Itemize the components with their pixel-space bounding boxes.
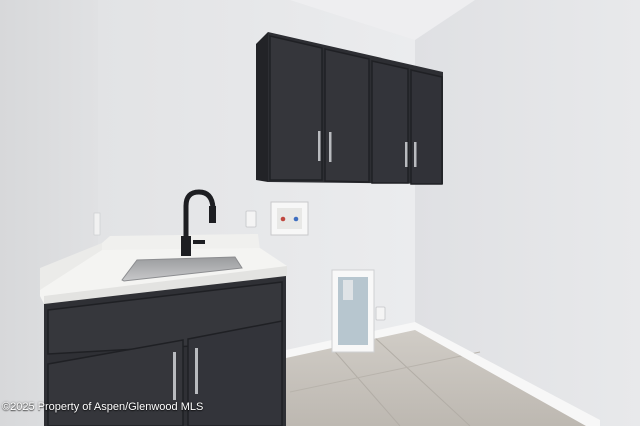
wall-outlet [245,210,257,228]
dryer-outlet [375,306,386,321]
photo-illustration [0,0,640,426]
dryer-vent-box [331,269,375,353]
laundry-room-photo: ©2025 Property of Aspen/Glenwood MLS [0,0,640,426]
mls-watermark: ©2025 Property of Aspen/Glenwood MLS [2,401,204,413]
washer-outlet-box [270,201,309,236]
